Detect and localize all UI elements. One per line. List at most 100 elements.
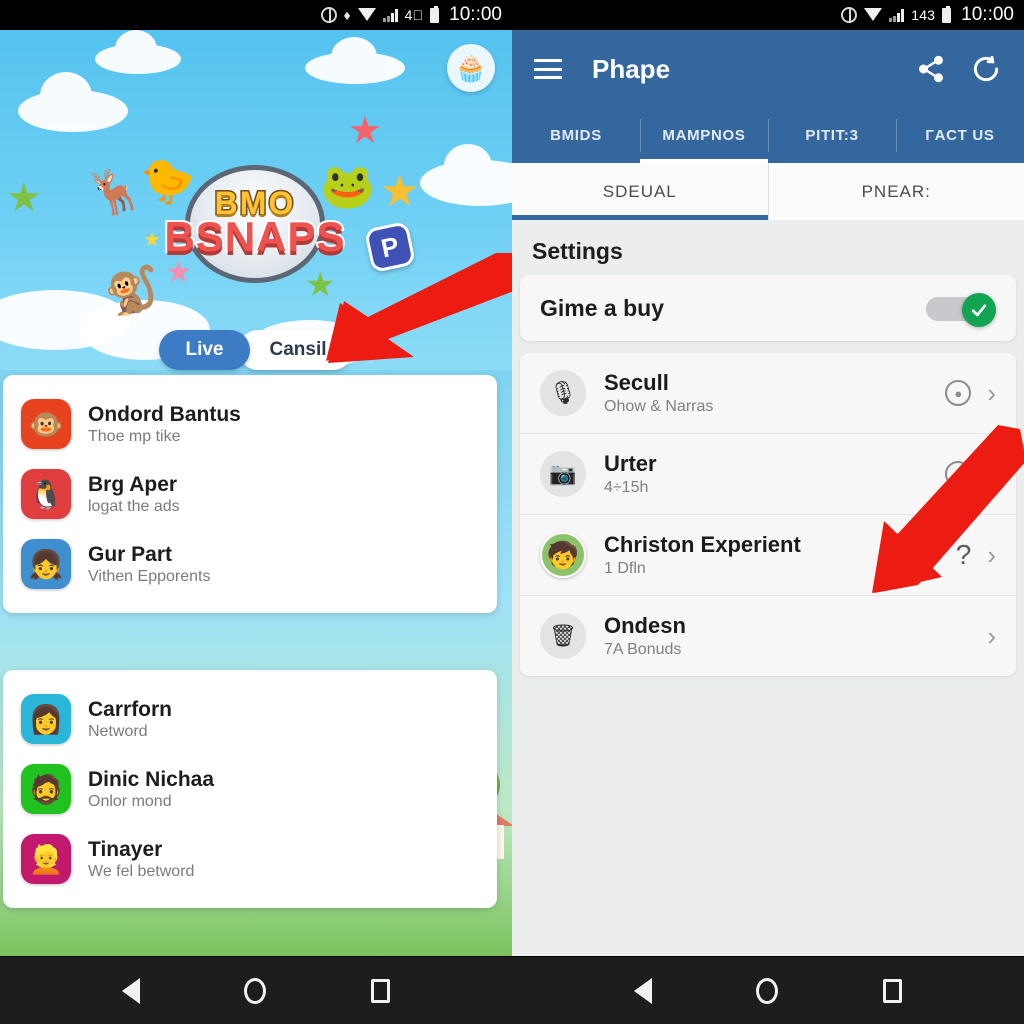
left-nav-bar <box>0 956 512 1024</box>
list-item-icon: 👩 <box>21 694 71 744</box>
list-item[interactable]: 🗑 Ondesn 7A Bonuds › <box>520 595 1016 676</box>
list-item-title: Tinayer <box>88 837 163 861</box>
chevron-right-icon: › <box>987 539 996 570</box>
list-item-title: Carrforn <box>88 697 173 721</box>
pill-live[interactable]: Live <box>159 330 250 370</box>
secondary-tab-bar: SDEUAL PNEAR: <box>512 163 1024 220</box>
star-icon: ★ <box>380 167 420 216</box>
tab-bmids[interactable]: BMIDS <box>512 108 640 163</box>
right-nav-bar <box>512 956 1024 1024</box>
tab-fact-us[interactable]: ГACT US <box>896 108 1024 163</box>
clock-label: 10::00 <box>449 4 502 25</box>
list-item-icon: 🐧 <box>21 469 71 519</box>
star-icon: ★ <box>143 229 161 251</box>
list-item[interactable]: 🐧 Brg Aper logat the ads <box>3 459 497 529</box>
pill-cansil[interactable]: Cansil <box>237 330 353 370</box>
cloud-decoration <box>95 30 181 74</box>
toggle-knob-checked-icon <box>962 293 996 327</box>
list-item-subtitle: Netword <box>88 722 148 740</box>
list-item-title: Ondord Bantus <box>88 402 241 426</box>
chevron-right-icon: › <box>987 458 996 489</box>
left-status-bar: ♦ 4⃣ 10::00 <box>0 0 512 30</box>
right-phone-pane: 143 10::00 Phape BMIDS MAMPNOS PITIT:3 Г… <box>512 0 1024 1024</box>
list-item[interactable]: 👱 Tinayer We fel betword <box>3 824 497 894</box>
back-button[interactable] <box>634 977 653 1004</box>
section-title: Settings <box>532 238 623 264</box>
hamburger-menu-icon[interactable] <box>534 59 562 79</box>
back-button[interactable] <box>122 977 141 1004</box>
list-item[interactable]: 🐵 Ondord Bantus Thoe mp tike <box>3 389 497 459</box>
chevron-right-icon: › <box>987 377 996 408</box>
list-item-title: Secull <box>604 370 669 395</box>
app-bar: Phape <box>512 30 1024 108</box>
list-item-title: Ondesn <box>604 613 686 638</box>
info-icon[interactable]: ● <box>945 380 972 406</box>
network-type-label: 143 <box>911 7 936 23</box>
list-item-icon: 👧 <box>21 539 71 589</box>
network-type-label: 4⃣ <box>404 7 424 23</box>
list-item[interactable]: 👩 Carrforn Netword <box>3 684 497 754</box>
tab-mampnos[interactable]: MAMPNOS <box>640 108 768 163</box>
list-item-title: Brg Aper <box>88 472 178 496</box>
primary-tab-bar: BMIDS MAMPNOS PITIT:3 ГACT US <box>512 108 1024 163</box>
camera-icon: 📷 <box>540 451 586 497</box>
settings-toggle[interactable] <box>926 293 996 327</box>
list-item[interactable]: 👧 Gur Part Vithen Epporents <box>3 529 497 599</box>
character-icon: 🐒 <box>101 263 163 320</box>
list-item-subtitle: Onlor mond <box>88 792 172 810</box>
chevron-right-icon: › <box>987 620 996 651</box>
tab-sdeual[interactable]: SDEUAL <box>512 163 768 220</box>
list-item-title: Urter <box>604 451 657 476</box>
left-list-card-1: 🐵 Ondord Bantus Thoe mp tike 🐧 Brg Aper … <box>3 375 497 613</box>
globe-icon <box>320 7 337 23</box>
bluetooth-icon: ♦ <box>343 7 351 23</box>
avatar: 🧒 <box>540 532 586 578</box>
list-item-subtitle: 1 Dfln <box>604 560 646 577</box>
microphone-icon: 🎙 <box>540 370 586 416</box>
signal-icon <box>382 8 398 22</box>
tab-pnear[interactable]: PNEAR: <box>767 163 1024 220</box>
share-icon[interactable] <box>916 54 946 84</box>
star-icon: ★ <box>6 176 42 220</box>
cupcake-avatar-icon[interactable]: 🧁 <box>447 44 495 92</box>
wifi-icon <box>357 7 376 21</box>
list-item-icon: 🐵 <box>21 399 71 449</box>
signal-icon <box>889 8 905 22</box>
left-list-card-2: 👩 Carrforn Netword 🧔 Dinic Nichaa Onlor … <box>3 670 497 908</box>
info-icon[interactable]: ● <box>945 461 972 487</box>
game-logo: BMO BSNAPS <box>162 165 347 285</box>
battery-icon <box>430 5 440 23</box>
refresh-icon[interactable] <box>970 53 1002 85</box>
list-item[interactable]: 🧒 Christon Experient 1 Dfln ? › <box>520 514 1016 595</box>
toggle-row[interactable]: Gime a buy <box>520 275 1016 341</box>
list-item-subtitle: logat the ads <box>88 497 180 515</box>
list-item[interactable]: 🧔 Dinic Nichaa Onlor mond <box>3 754 497 824</box>
mode-toggle-group: Live Cansil <box>0 330 512 370</box>
globe-icon <box>841 7 858 23</box>
home-button[interactable] <box>244 977 267 1004</box>
clipboard-icon: 🗑 <box>540 613 586 659</box>
list-item-subtitle: 7A Bonuds <box>604 641 682 658</box>
wifi-icon <box>864 7 883 21</box>
recents-button[interactable] <box>370 978 390 1003</box>
list-item-icon: 🧔 <box>21 764 71 814</box>
tab-pitit3[interactable]: PITIT:3 <box>768 108 896 163</box>
list-item[interactable]: 🎙 Secull Ohow & Narras ● › <box>520 353 1016 433</box>
left-phone-pane: ♦ 4⃣ 10::00 ★ ★ ★ ★ ★ ★ 🦌 🐤 🐸 🐒 P BMO BS… <box>0 0 512 1024</box>
list-item-title: Dinic Nichaa <box>88 767 215 791</box>
recents-button[interactable] <box>882 978 902 1003</box>
cloud-decoration <box>305 37 405 84</box>
battery-icon <box>942 5 952 23</box>
toggle-label: Gime a buy <box>540 294 664 321</box>
star-icon: ★ <box>348 110 383 152</box>
settings-list-card: 🎙 Secull Ohow & Narras ● › 📷 Urter 4÷15h <box>520 353 1016 676</box>
list-item-subtitle: Vithen Epporents <box>88 567 211 585</box>
question-mark-icon[interactable]: ? <box>956 539 972 571</box>
clock-label: 10::00 <box>961 4 1014 25</box>
home-button[interactable] <box>756 977 779 1004</box>
left-app-content: ★ ★ ★ ★ ★ ★ 🦌 🐤 🐸 🐒 P BMO BSNAPS 🧁 Live … <box>0 30 512 956</box>
list-item-subtitle: Ohow & Narras <box>604 398 714 415</box>
list-item-icon: 👱 <box>21 834 71 884</box>
dual-phone-screenshot: ♦ 4⃣ 10::00 ★ ★ ★ ★ ★ ★ 🦌 🐤 🐸 🐒 P BMO BS… <box>0 0 1024 1024</box>
list-item[interactable]: 📷 Urter 4÷15h ● › <box>520 433 1016 514</box>
